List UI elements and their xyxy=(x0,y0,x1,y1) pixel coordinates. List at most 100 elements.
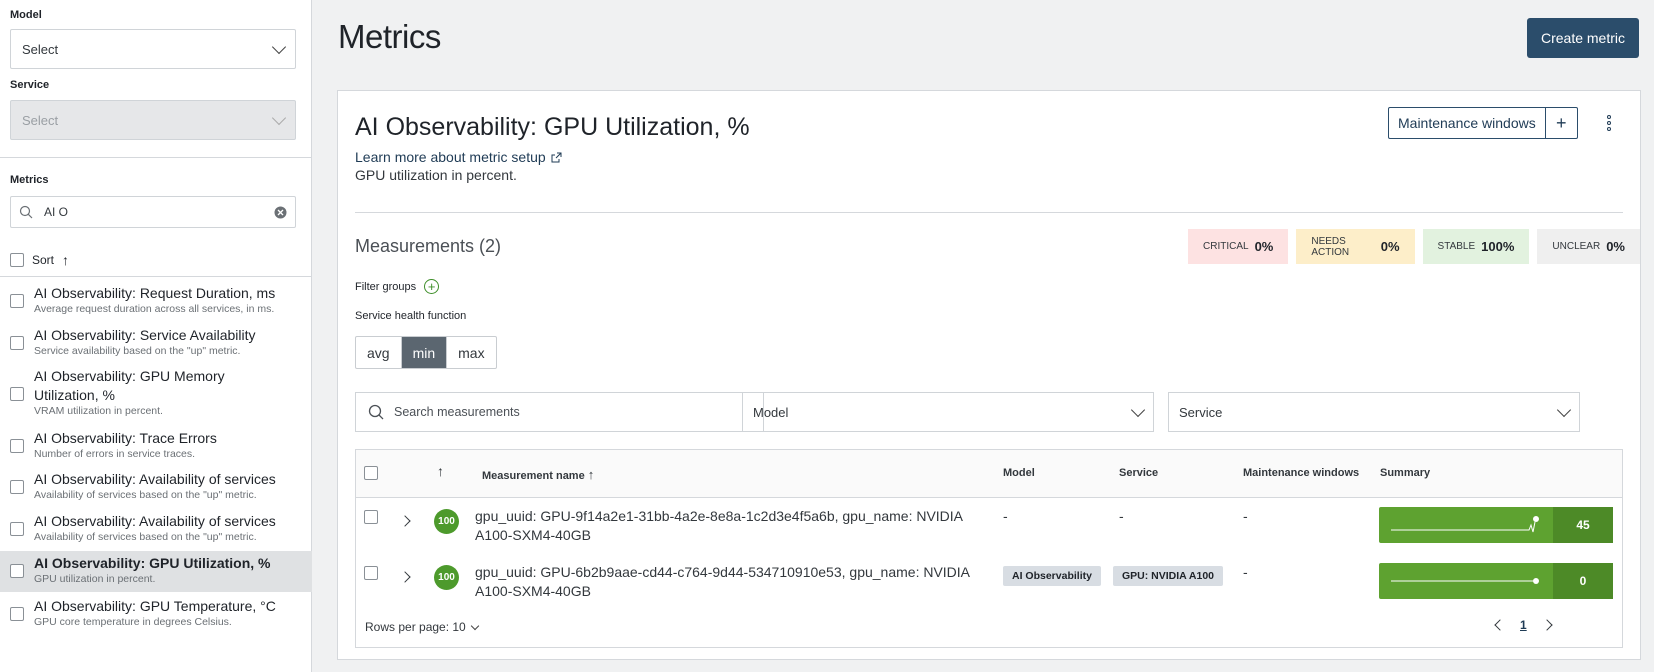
chevron-down-icon xyxy=(271,110,287,125)
metric-checkbox[interactable] xyxy=(10,336,24,350)
metric-desc: Service availability based on the "up" m… xyxy=(34,345,241,357)
metric-panel: AI Observability: GPU Utilization, % Lea… xyxy=(337,90,1641,660)
summary-value: 45 xyxy=(1553,507,1613,543)
table-row[interactable]: 100 gpu_uuid: GPU-6b2b9aae-cd44-c764-9d4… xyxy=(356,558,1622,610)
metric-list-item[interactable]: AI Observability: Request Duration, ms Av… xyxy=(0,284,312,322)
status-stable: stable 100% xyxy=(1422,229,1530,264)
health-score-badge: 100 xyxy=(434,509,459,534)
status-needs-label: needs action xyxy=(1311,235,1350,258)
divider xyxy=(355,212,1623,213)
column-measurement-name[interactable]: Measurement name ↑ xyxy=(482,467,594,482)
sort-name-icon: ↑ xyxy=(587,467,595,482)
model-select[interactable]: Select xyxy=(10,29,296,69)
pagination: 1 xyxy=(1494,618,1553,632)
health-score-badge: 100 xyxy=(434,565,459,590)
add-maintenance-window-button[interactable]: + xyxy=(1544,108,1577,138)
metric-title: AI Observability: GPU Temperature, °C xyxy=(34,598,276,614)
divider xyxy=(0,276,312,277)
service-select-value: Select xyxy=(22,112,59,128)
status-summary: critical 0% needs action 0% stable 100% unc… xyxy=(1188,229,1640,264)
service-filter-select[interactable]: Service xyxy=(1168,392,1580,432)
search-icon xyxy=(368,404,384,420)
metric-list-item[interactable]: AI Observability: GPU Temperature, °C GPU… xyxy=(0,597,312,635)
measurements-title: Measurements (2) xyxy=(355,236,502,256)
status-unclear-value: 0% xyxy=(1606,239,1625,254)
expand-row-icon[interactable] xyxy=(399,571,411,583)
page-number[interactable]: 1 xyxy=(1520,618,1527,632)
metric-desc: Availability of services based on the "u… xyxy=(34,489,257,501)
service-tag: GPU: NVIDIA A100 xyxy=(1113,566,1223,586)
chevron-down-icon xyxy=(1556,402,1572,417)
row-checkbox[interactable] xyxy=(364,566,378,580)
more-options-icon[interactable] xyxy=(1606,115,1612,131)
sort-status-icon[interactable]: ↑ xyxy=(437,463,444,479)
metric-title: AI Observability: GPU Utilization, % xyxy=(34,555,271,571)
health-option-max[interactable]: max xyxy=(447,337,495,368)
column-service[interactable]: Service xyxy=(1119,467,1158,479)
column-measurement-name-label: Measurement name xyxy=(482,470,585,482)
metric-desc: Number of errors in service traces. xyxy=(34,448,196,460)
expand-row-icon[interactable] xyxy=(399,515,411,527)
search-icon xyxy=(19,205,33,219)
health-option-min[interactable]: min xyxy=(401,337,448,368)
metric-desc: Availability of services based on the "u… xyxy=(34,531,257,543)
health-function-label: Service health function xyxy=(355,310,467,322)
metrics-label: Metrics xyxy=(10,174,49,186)
status-stable-value: 100% xyxy=(1481,239,1515,254)
column-summary[interactable]: Summary xyxy=(1380,467,1430,479)
filter-groups: Filter groups + xyxy=(355,279,440,294)
measurements-search-input[interactable]: Search measurements xyxy=(355,392,764,432)
metric-checkbox[interactable] xyxy=(10,439,24,453)
rows-per-page-select[interactable]: Rows per page: 10 xyxy=(365,620,479,634)
next-page-icon[interactable] xyxy=(1541,619,1553,631)
sparkline-chart xyxy=(1391,578,1539,584)
chevron-down-icon xyxy=(271,39,287,54)
measurements-table: ↑ Measurement name ↑ Model Service Maint… xyxy=(355,449,1623,648)
metric-checkbox[interactable] xyxy=(10,522,24,536)
model-filter-select[interactable]: Model xyxy=(742,392,1154,432)
metric-checkbox[interactable] xyxy=(10,294,24,308)
metric-checkbox[interactable] xyxy=(10,607,24,621)
sort-arrow-icon[interactable]: ↑ xyxy=(62,252,69,268)
metric-list-item[interactable]: AI Observability: Availability of servic… xyxy=(0,470,312,508)
clear-icon[interactable] xyxy=(274,206,287,219)
model-label: Model xyxy=(10,9,42,21)
learn-more-link[interactable]: Learn more about metric setup xyxy=(355,149,562,165)
metric-list-item-active[interactable]: AI Observability: GPU Utilization, % GPU … xyxy=(0,551,312,592)
metric-list-item[interactable]: AI Observability: GPU Memory Utilization… xyxy=(0,367,312,423)
previous-page-icon[interactable] xyxy=(1494,619,1506,631)
status-critical-label: critical xyxy=(1203,241,1249,252)
metric-list-item[interactable]: AI Observability: Trace Errors Number of … xyxy=(0,429,312,467)
metric-checkbox[interactable] xyxy=(10,387,24,401)
metric-list-item[interactable]: AI Observability: Availability of servic… xyxy=(0,512,312,550)
select-all-checkbox[interactable] xyxy=(10,253,24,267)
status-needs-value: 0% xyxy=(1380,239,1400,254)
status-stable-label: stable xyxy=(1437,241,1476,252)
service-label: Service xyxy=(10,79,50,91)
maintenance-windows-group: Maintenance windows + xyxy=(1388,107,1578,139)
add-filter-group-icon[interactable]: + xyxy=(424,279,440,294)
summary-sparkline[interactable]: 0 xyxy=(1379,563,1613,599)
metric-desc: Average request duration across all serv… xyxy=(34,303,275,315)
summary-sparkline[interactable]: 45 xyxy=(1379,507,1613,543)
measurement-name: gpu_uuid: GPU-6b2b9aae-cd44-c764-9d44-53… xyxy=(475,564,970,599)
health-option-avg[interactable]: avg xyxy=(356,337,402,368)
create-metric-button[interactable]: Create metric xyxy=(1527,18,1639,58)
column-model[interactable]: Model xyxy=(1003,467,1035,479)
metric-checkbox[interactable] xyxy=(10,480,24,494)
sidebar: Model Select Service Select Metrics AI O… xyxy=(0,0,312,672)
sort-label: Sort xyxy=(32,253,55,267)
metrics-search-input[interactable]: AI O xyxy=(10,196,296,228)
metric-title: AI Observability: Availability of servic… xyxy=(34,471,276,487)
service-select: Select xyxy=(10,100,296,140)
column-maintenance-windows[interactable]: Maintenance windows xyxy=(1243,467,1359,479)
row-checkbox[interactable] xyxy=(364,510,378,524)
maintenance-windows-button[interactable]: Maintenance windows xyxy=(1389,108,1545,138)
metric-list-item[interactable]: AI Observability: Service Availability Se… xyxy=(0,326,312,364)
select-all-rows-checkbox[interactable] xyxy=(364,466,378,480)
metric-checkbox[interactable] xyxy=(10,564,24,578)
measurement-name: gpu_uuid: GPU-9f14a2e1-31bb-4a2e-8e8a-1c… xyxy=(475,508,963,543)
model-tag: AI Observability xyxy=(1003,566,1101,586)
health-function-toggle: avg min max xyxy=(355,336,497,369)
table-row[interactable]: 100 gpu_uuid: GPU-9f14a2e1-31bb-4a2e-8e8… xyxy=(356,502,1622,554)
